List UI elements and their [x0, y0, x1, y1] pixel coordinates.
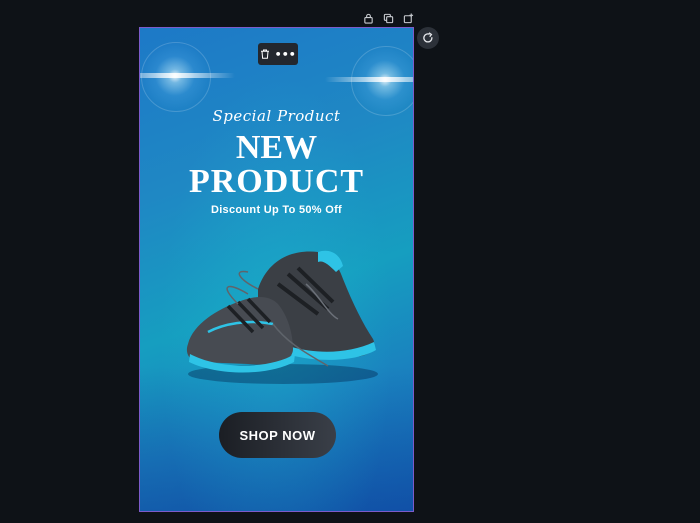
delete-button[interactable] [260, 49, 270, 59]
duplicate-icon[interactable] [382, 12, 394, 24]
shop-now-button[interactable]: SHOP NOW [219, 412, 336, 458]
add-page-icon[interactable] [402, 12, 414, 24]
element-toolbar: ••• [258, 43, 298, 65]
lens-flare-left [140, 36, 235, 116]
lock-icon[interactable] [362, 12, 374, 24]
more-options-button[interactable]: ••• [275, 49, 296, 60]
page-tools [362, 12, 414, 24]
headline-line-1[interactable]: NEW [140, 131, 413, 165]
refresh-icon [423, 32, 433, 43]
script-subtitle[interactable]: Special Product [140, 107, 413, 125]
headline-line-2[interactable]: PRODUCT [140, 165, 413, 199]
discount-text[interactable]: Discount Up To 50% Off [140, 204, 413, 216]
refresh-button[interactable] [417, 27, 439, 49]
running-shoes-image[interactable] [178, 224, 388, 389]
design-canvas[interactable]: ••• Special Product NEW PRODUCT Discount… [139, 27, 414, 512]
editor-stage: ••• Special Product NEW PRODUCT Discount… [0, 0, 700, 523]
trash-icon [261, 49, 270, 59]
